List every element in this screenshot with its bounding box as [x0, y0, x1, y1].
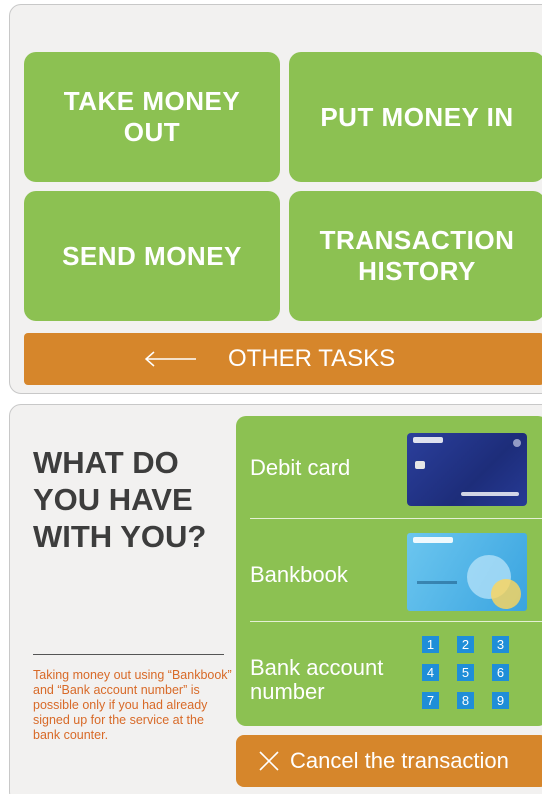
bankbook-image: [407, 533, 527, 611]
bank-account-number-option[interactable]: Bank account number 1 2 3 4 5 6 7 8 9: [236, 622, 542, 726]
debit-card-label: Debit card: [250, 455, 351, 480]
keypad-key: 1: [422, 636, 439, 653]
debit-card-option[interactable]: Debit card: [236, 416, 542, 518]
bank-account-number-label: Bank account number: [250, 655, 384, 704]
options-list: Debit card Bankbook Bank account number …: [236, 416, 542, 726]
keypad-icon: 1 2 3 4 5 6 7 8 9: [422, 636, 512, 716]
send-money-button[interactable]: SEND MONEY: [24, 191, 280, 321]
divider: [33, 654, 224, 655]
arrow-left-icon: [144, 351, 196, 367]
other-tasks-label: OTHER TASKS: [228, 345, 396, 372]
question-heading: WHAT DO YOU HAVE WITH YOU?: [33, 445, 207, 554]
keypad-key: 8: [457, 692, 474, 709]
take-money-out-button[interactable]: TAKE MONEY OUT: [24, 52, 280, 182]
keypad-key: 7: [422, 692, 439, 709]
bankbook-label: Bankbook: [250, 562, 348, 587]
keypad-key: 5: [457, 664, 474, 681]
put-money-in-button[interactable]: PUT MONEY IN: [289, 52, 542, 182]
keypad-key: 4: [422, 664, 439, 681]
cancel-transaction-label: Cancel the transaction: [290, 748, 509, 773]
cancel-transaction-button[interactable]: Cancel the transaction: [236, 735, 542, 787]
debit-card-image: [407, 433, 527, 506]
close-icon: [259, 751, 279, 771]
bankbook-option[interactable]: Bankbook: [236, 519, 542, 621]
keypad-key: 9: [492, 692, 509, 709]
transaction-history-button[interactable]: TRANSACTION HISTORY: [289, 191, 542, 321]
keypad-key: 2: [457, 636, 474, 653]
keypad-key: 3: [492, 636, 509, 653]
other-tasks-button[interactable]: OTHER TASKS: [24, 333, 542, 385]
keypad-key: 6: [492, 664, 509, 681]
service-note: Taking money out using “Bankbook” and “B…: [33, 668, 232, 742]
